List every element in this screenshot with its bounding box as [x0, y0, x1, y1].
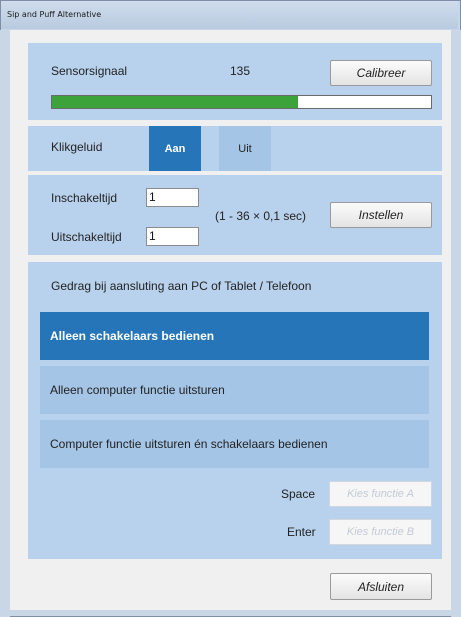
- enter-function-select[interactable]: Kies functie B: [329, 519, 432, 545]
- sensor-panel: Sensorsignaal 135 Calibreer: [28, 43, 442, 120]
- click-sound-panel: Klikgeluid Aan Uit: [28, 126, 442, 171]
- off-time-label: Uitschakeltijd: [51, 230, 122, 244]
- sensor-label: Sensorsignaal: [51, 64, 128, 78]
- enter-label: Enter: [287, 525, 316, 539]
- window-title: Sip and Puff Alternative: [7, 10, 102, 19]
- title-bar[interactable]: Sip and Puff Alternative: [1, 1, 458, 29]
- sensor-progress-bar: [51, 95, 432, 109]
- on-time-label: Inschakeltijd: [51, 191, 118, 205]
- sound-off-toggle[interactable]: Uit: [219, 126, 271, 171]
- window-border-left: [0, 30, 10, 617]
- sensor-value: 135: [230, 64, 251, 78]
- sensor-progress-fill: [52, 96, 299, 108]
- on-time-input[interactable]: 1: [146, 188, 199, 207]
- behavior-heading: Gedrag bij aansluting aan PC of Tablet /…: [51, 279, 312, 293]
- calibrate-button[interactable]: Calibreer: [330, 60, 432, 86]
- window-border-right: [451, 30, 461, 617]
- timing-range-text: (1 - 36 × 0,1 sec): [215, 209, 307, 223]
- option-computer-only[interactable]: Alleen computer functie uitsturen: [40, 366, 429, 414]
- timing-panel: Inschakeltijd 1 Uitschakeltijd 1 (1 - 36…: [28, 175, 442, 255]
- option-computer-and-switches[interactable]: Computer functie uitsturen én schakelaar…: [40, 420, 429, 468]
- sound-on-toggle[interactable]: Aan: [149, 126, 201, 171]
- option-switches-only[interactable]: Alleen schakelaars bedienen: [40, 312, 429, 360]
- behavior-panel: Gedrag bij aansluting aan PC of Tablet /…: [28, 262, 442, 559]
- close-button[interactable]: Afsluiten: [330, 573, 432, 600]
- off-time-input[interactable]: 1: [146, 227, 199, 246]
- click-sound-label: Klikgeluid: [51, 140, 103, 154]
- apply-timing-button[interactable]: Instellen: [330, 202, 432, 228]
- space-label: Space: [281, 487, 316, 501]
- space-function-select[interactable]: Kies functie A: [329, 481, 432, 507]
